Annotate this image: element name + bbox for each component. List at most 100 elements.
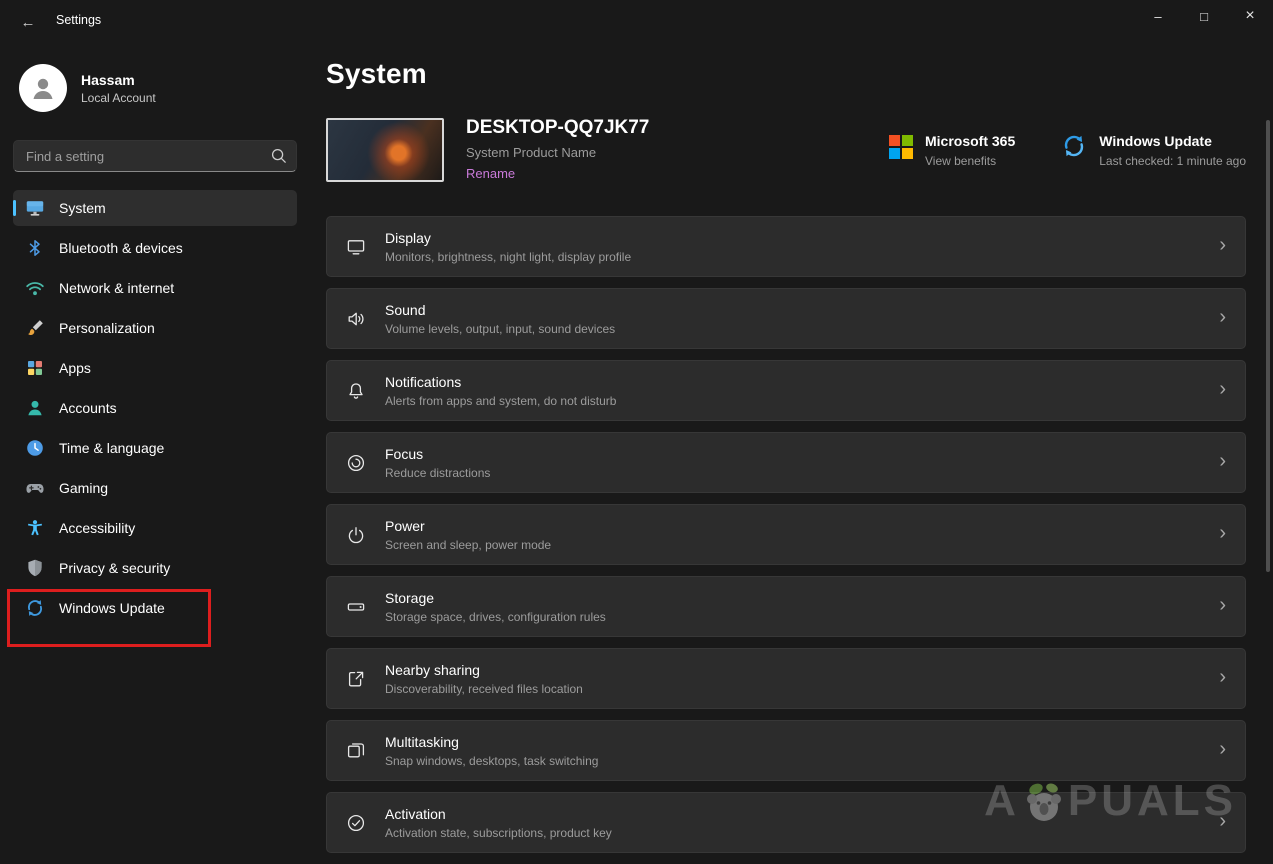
- window-controls: – □ ×: [1135, 0, 1273, 32]
- sidebar-item-windows-update[interactable]: Windows Update: [13, 590, 297, 626]
- sidebar-item-label: Accessibility: [59, 520, 136, 536]
- chevron-right-icon: ›: [1219, 666, 1226, 688]
- microsoft-365-logo: [888, 134, 913, 159]
- sidebar-item-system[interactable]: System: [13, 190, 297, 226]
- person-icon: [33, 78, 53, 99]
- windows-update-title: Windows Update: [1099, 132, 1212, 149]
- device-hero: DESKTOP-QQ7JK77 System Product Name Rena…: [326, 117, 1246, 183]
- row-title: Activation: [385, 805, 446, 822]
- windows-update-status: Last checked: 1 minute ago: [1099, 153, 1246, 168]
- windows-update-card[interactable]: Windows Update Last checked: 1 minute ag…: [1061, 133, 1246, 168]
- row-subtitle: Alerts from apps and system, do not dist…: [385, 393, 617, 408]
- search-box: [13, 140, 297, 172]
- settings-row-nearby-sharing[interactable]: Nearby sharing Discoverability, received…: [326, 648, 1246, 709]
- sidebar-item-label: Windows Update: [59, 600, 165, 616]
- device-name: DESKTOP-QQ7JK77: [466, 117, 650, 138]
- sound-icon: [346, 309, 366, 329]
- settings-row-notifications[interactable]: Notifications Alerts from apps and syste…: [326, 360, 1246, 421]
- settings-row-storage[interactable]: Storage Storage space, drives, configura…: [326, 576, 1246, 637]
- network-icon: [25, 278, 45, 298]
- sidebar-item-label: System: [59, 200, 106, 216]
- settings-row-sound[interactable]: Sound Volume levels, output, input, soun…: [326, 288, 1246, 349]
- sidebar-item-accounts[interactable]: Accounts: [13, 390, 297, 426]
- sidebar-item-privacy-security[interactable]: Privacy & security: [13, 550, 297, 586]
- accounts-icon: [25, 398, 45, 418]
- vertical-scrollbar[interactable]: [1266, 120, 1270, 572]
- gaming-icon: [25, 478, 45, 498]
- sidebar-item-bluetooth-devices[interactable]: Bluetooth & devices: [13, 230, 297, 266]
- sidebar-item-accessibility[interactable]: Accessibility: [13, 510, 297, 546]
- sidebar-item-apps[interactable]: Apps: [13, 350, 297, 386]
- settings-row-power[interactable]: Power Screen and sleep, power mode ›: [326, 504, 1246, 565]
- display-icon: [346, 237, 366, 257]
- nearby-sharing-icon: [346, 669, 366, 689]
- row-subtitle: Activation state, subscriptions, product…: [385, 825, 612, 840]
- sidebar-item-label: Personalization: [59, 320, 155, 336]
- search-icon[interactable]: [269, 146, 289, 166]
- sidebar-item-label: Bluetooth & devices: [59, 240, 183, 256]
- time-language-icon: [25, 438, 45, 458]
- sidebar-item-label: Privacy & security: [59, 560, 171, 576]
- row-title: Focus: [385, 445, 424, 462]
- maximize-button[interactable]: □: [1181, 0, 1227, 32]
- notifications-icon: [346, 381, 366, 401]
- privacy-security-icon: [25, 558, 45, 578]
- device-thumbnail: [326, 118, 444, 182]
- multitasking-icon: [346, 741, 366, 761]
- row-title: Storage: [385, 589, 435, 606]
- row-title: Nearby sharing: [385, 661, 480, 678]
- settings-row-focus[interactable]: Focus Reduce distractions ›: [326, 432, 1246, 493]
- accessibility-icon: [25, 518, 45, 538]
- row-subtitle: Discoverability, received files location: [385, 681, 583, 696]
- user-account-block[interactable]: Hassam Local Account: [13, 58, 297, 118]
- chevron-right-icon: ›: [1219, 234, 1226, 256]
- settings-row-display[interactable]: Display Monitors, brightness, night ligh…: [326, 216, 1246, 277]
- back-arrow-icon: ←: [20, 13, 36, 31]
- sidebar-item-network-internet[interactable]: Network & internet: [13, 270, 297, 306]
- personalization-icon: [25, 318, 45, 338]
- microsoft-365-card[interactable]: Microsoft 365 View benefits: [888, 132, 1016, 168]
- sidebar-item-time-language[interactable]: Time & language: [13, 430, 297, 466]
- back-button[interactable]: ←: [8, 4, 48, 40]
- windows-update-icon: [25, 598, 45, 618]
- focus-icon: [346, 453, 366, 473]
- storage-icon: [346, 597, 366, 617]
- minimize-icon: –: [1154, 8, 1162, 24]
- row-subtitle: Volume levels, output, input, sound devi…: [385, 321, 616, 336]
- sidebar-item-personalization[interactable]: Personalization: [13, 310, 297, 346]
- apps-icon: [25, 358, 45, 378]
- bluetooth-icon: [25, 238, 45, 258]
- row-subtitle: Screen and sleep, power mode: [385, 537, 552, 552]
- settings-list: Display Monitors, brightness, night ligh…: [326, 216, 1246, 853]
- search-input[interactable]: [13, 140, 297, 172]
- user-account-type: Local Account: [81, 90, 156, 105]
- page-title: System: [326, 58, 427, 89]
- window-title: Settings: [56, 13, 102, 27]
- row-title: Power: [385, 517, 425, 534]
- maximize-icon: □: [1200, 8, 1208, 24]
- settings-row-multitasking[interactable]: Multitasking Snap windows, desktops, tas…: [326, 720, 1246, 781]
- power-icon: [346, 525, 366, 545]
- windows-update-icon: [1061, 133, 1087, 159]
- view-benefits-link[interactable]: View benefits: [925, 154, 1015, 168]
- chevron-right-icon: ›: [1219, 450, 1226, 472]
- row-title: Notifications: [385, 373, 462, 390]
- microsoft-365-title: Microsoft 365: [924, 132, 1016, 149]
- sidebar-item-gaming[interactable]: Gaming: [13, 470, 297, 506]
- settings-row-activation[interactable]: Activation Activation state, subscriptio…: [326, 792, 1246, 853]
- sidebar: Hassam Local Account Find a setting Syst…: [0, 48, 310, 864]
- rename-link[interactable]: Rename: [466, 166, 515, 181]
- chevron-right-icon: ›: [1219, 378, 1226, 400]
- minimize-button[interactable]: –: [1135, 0, 1181, 32]
- sidebar-item-label: Apps: [59, 360, 91, 376]
- row-title: Display: [385, 229, 431, 246]
- chevron-right-icon: ›: [1219, 810, 1226, 832]
- chevron-right-icon: ›: [1219, 594, 1226, 616]
- sidebar-item-label: Gaming: [59, 480, 109, 496]
- sidebar-item-label: Network & internet: [59, 280, 175, 296]
- titlebar: ← Settings – □ ×: [0, 0, 1273, 48]
- device-product-name: System Product Name: [466, 145, 597, 160]
- sidebar-item-label: Time & language: [59, 440, 165, 456]
- close-button[interactable]: ×: [1227, 0, 1273, 32]
- row-subtitle: Monitors, brightness, night light, displ…: [385, 249, 632, 264]
